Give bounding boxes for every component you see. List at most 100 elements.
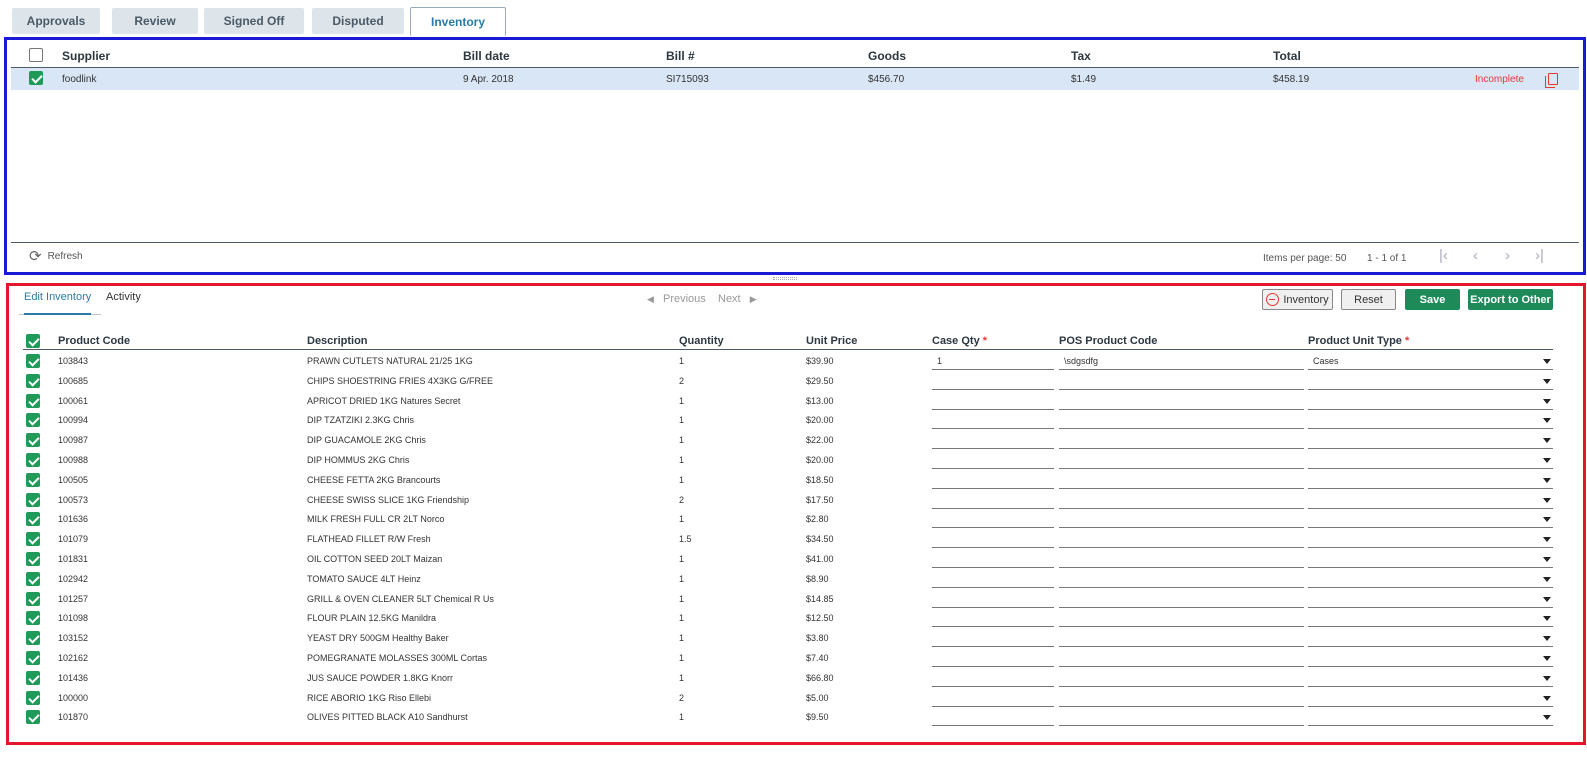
pos-code-input[interactable] (1059, 591, 1304, 608)
table-row[interactable]: 101436 JUS SAUCE POWDER 1.8KG Knorr 1 $66.8… (23, 668, 1553, 688)
case-qty-input[interactable] (932, 690, 1054, 707)
last-page-icon[interactable]: ›| (1535, 247, 1544, 264)
pos-code-input[interactable] (1059, 571, 1304, 588)
line-checkbox[interactable] (26, 472, 40, 487)
line-checkbox[interactable] (26, 710, 40, 725)
header-tax[interactable]: Tax (1071, 49, 1091, 63)
line-checkbox[interactable] (26, 512, 40, 527)
case-qty-input[interactable] (932, 630, 1054, 648)
header-product-code[interactable]: Product Code (58, 335, 130, 347)
line-checkbox[interactable] (26, 631, 40, 646)
table-row[interactable]: 101079 FLATHEAD FILLET R/W Fresh 1.5 $34.50 (23, 529, 1553, 549)
case-qty-input[interactable] (932, 511, 1054, 529)
table-row[interactable]: 100994 DIP TZATZIKI 2.3KG Chris 1 $20.00 (23, 410, 1553, 430)
header-case-qty[interactable]: Case Qty * (932, 335, 987, 347)
table-row[interactable]: 100573 CHEESE SWISS SLICE 1KG Friendship 2… (23, 490, 1553, 510)
pos-code-input[interactable] (1059, 492, 1304, 509)
pos-code-input[interactable] (1059, 452, 1304, 469)
line-checkbox[interactable] (26, 611, 40, 626)
header-bill-date[interactable]: Bill date (463, 49, 510, 63)
pos-code-input[interactable] (1059, 373, 1304, 390)
unit-type-select[interactable] (1308, 610, 1553, 628)
case-qty-input[interactable] (932, 551, 1054, 568)
reset-button[interactable]: Reset (1341, 289, 1396, 310)
header-unit-type[interactable]: Product Unit Type * (1308, 335, 1409, 347)
pos-code-input[interactable] (1059, 670, 1304, 687)
tab-disputed[interactable]: Disputed (312, 8, 404, 34)
first-page-icon[interactable]: |‹ (1439, 247, 1448, 264)
unit-type-select[interactable] (1308, 452, 1553, 469)
line-checkbox[interactable] (26, 373, 40, 388)
pos-code-input[interactable] (1059, 650, 1304, 667)
unit-type-select[interactable] (1308, 393, 1553, 410)
header-total[interactable]: Total (1273, 49, 1301, 63)
tab-signed-off[interactable]: Signed Off (204, 8, 304, 34)
pos-code-input[interactable] (1059, 531, 1304, 549)
header-supplier[interactable]: Supplier (62, 49, 110, 63)
case-qty-input[interactable] (932, 610, 1054, 628)
previous-button[interactable]: ◀ Previous (647, 293, 706, 305)
unit-type-select[interactable] (1308, 551, 1553, 568)
unit-type-select[interactable] (1308, 492, 1553, 509)
unit-type-select[interactable]: Cases (1308, 353, 1553, 370)
case-qty-input[interactable]: 1 (932, 353, 1054, 370)
pos-code-input[interactable] (1059, 412, 1304, 430)
table-row[interactable]: 101870 OLIVES PITTED BLACK A10 Sandhurst 1… (23, 707, 1553, 727)
header-bill-number[interactable]: Bill # (666, 49, 695, 63)
table-row[interactable]: 102942 TOMATO SAUCE 4LT Heinz 1 $8.90 (23, 569, 1553, 589)
case-qty-input[interactable] (932, 650, 1054, 667)
table-row[interactable]: 101831 OIL COTTON SEED 20LT Maizan 1 $41.00 (23, 549, 1553, 569)
line-checkbox[interactable] (26, 651, 40, 665)
case-qty-input[interactable] (932, 591, 1054, 608)
case-qty-input[interactable] (932, 373, 1054, 390)
tab-activity[interactable]: Activity (106, 291, 141, 313)
unit-type-select[interactable] (1308, 670, 1553, 687)
pos-code-input[interactable] (1059, 690, 1304, 707)
next-page-icon[interactable]: › (1505, 247, 1510, 264)
case-qty-input[interactable] (932, 709, 1054, 727)
pos-code-input[interactable] (1059, 511, 1304, 529)
tab-inventory[interactable]: Inventory (410, 7, 506, 36)
pos-code-input[interactable] (1059, 393, 1304, 410)
pos-code-input[interactable] (1059, 709, 1304, 727)
items-per-page[interactable]: Items per page: 50 (1263, 253, 1346, 264)
case-qty-input[interactable] (932, 492, 1054, 509)
pos-code-input[interactable]: \sdgsdfg (1059, 353, 1304, 370)
prev-page-icon[interactable]: ‹ (1473, 247, 1478, 264)
unit-type-select[interactable] (1308, 690, 1553, 707)
line-checkbox[interactable] (26, 433, 40, 448)
header-pos-code[interactable]: POS Product Code (1059, 335, 1157, 347)
table-row[interactable]: 101257 GRILL & OVEN CLEANER 5LT Chemical … (23, 589, 1553, 609)
unit-type-select[interactable] (1308, 432, 1553, 450)
select-all-checkbox[interactable] (29, 48, 43, 62)
table-row[interactable]: 102162 POMEGRANATE MOLASSES 300ML Cortas 1… (23, 648, 1553, 668)
line-checkbox[interactable] (26, 453, 40, 467)
line-checkbox[interactable] (26, 354, 40, 368)
export-button[interactable]: Export to Other (1468, 289, 1553, 310)
table-row[interactable]: 101098 FLOUR PLAIN 12.5KG Manildra 1 $12.50 (23, 608, 1553, 628)
unit-type-select[interactable] (1308, 709, 1553, 727)
unit-type-select[interactable] (1308, 630, 1553, 648)
next-button[interactable]: Next ▶ (718, 293, 757, 305)
pos-code-input[interactable] (1059, 472, 1304, 489)
bill-row[interactable]: foodlink 9 Apr. 2018 SI715093 $456.70 $1… (11, 68, 1579, 90)
table-row[interactable]: 103152 YEAST DRY 500GM Healthy Baker 1 $3.8… (23, 628, 1553, 648)
case-qty-input[interactable] (932, 393, 1054, 410)
case-qty-input[interactable] (932, 531, 1054, 549)
header-description[interactable]: Description (307, 335, 368, 347)
header-unit-price[interactable]: Unit Price (806, 335, 857, 347)
line-checkbox[interactable] (26, 532, 40, 547)
table-row[interactable]: 100685 CHIPS SHOESTRING FRIES 4X3KG G/FRE… (23, 371, 1553, 391)
unit-type-select[interactable] (1308, 412, 1553, 430)
table-row[interactable]: 100988 DIP HOMMUS 2KG Chris 1 $20.00 (23, 450, 1553, 470)
line-checkbox[interactable] (26, 492, 40, 507)
unit-type-select[interactable] (1308, 373, 1553, 390)
line-checkbox[interactable] (26, 552, 40, 566)
line-checkbox[interactable] (26, 571, 40, 586)
bill-row-checkbox[interactable] (29, 71, 43, 85)
line-checkbox[interactable] (26, 393, 40, 408)
unit-type-select[interactable] (1308, 531, 1553, 549)
line-checkbox[interactable] (26, 413, 40, 428)
header-quantity[interactable]: Quantity (679, 335, 724, 347)
tab-edit-inventory[interactable]: Edit Inventory (24, 291, 92, 315)
